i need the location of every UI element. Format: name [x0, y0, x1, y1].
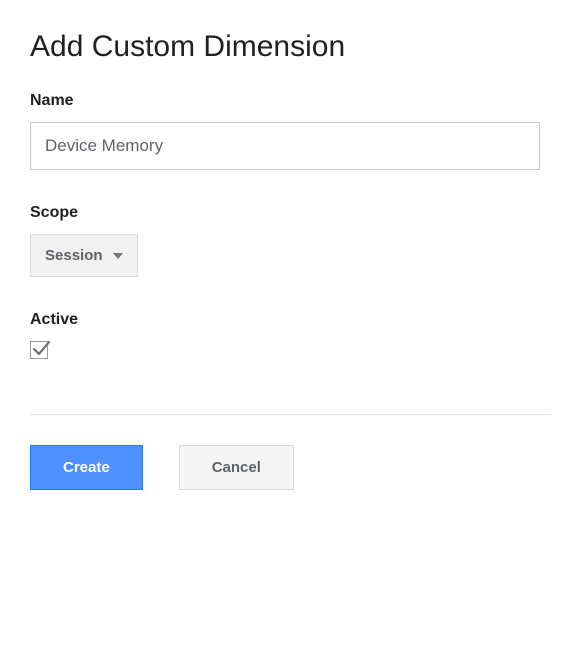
divider — [30, 414, 550, 415]
cancel-button[interactable]: Cancel — [179, 445, 294, 490]
name-field-group: Name — [30, 92, 550, 170]
name-label: Name — [30, 92, 550, 110]
button-row: Create Cancel — [30, 445, 550, 490]
create-button[interactable]: Create — [30, 445, 143, 490]
active-field-group: Active — [30, 311, 550, 364]
checkmark-icon — [31, 339, 51, 359]
scope-label: Scope — [30, 204, 550, 222]
page-title: Add Custom Dimension — [30, 30, 550, 64]
scope-dropdown-value: Session — [45, 247, 103, 264]
name-input[interactable] — [30, 122, 540, 170]
chevron-down-icon — [113, 253, 123, 259]
scope-field-group: Scope Session — [30, 204, 550, 277]
scope-dropdown[interactable]: Session — [30, 234, 138, 277]
active-label: Active — [30, 311, 550, 329]
active-checkbox[interactable] — [30, 341, 48, 359]
